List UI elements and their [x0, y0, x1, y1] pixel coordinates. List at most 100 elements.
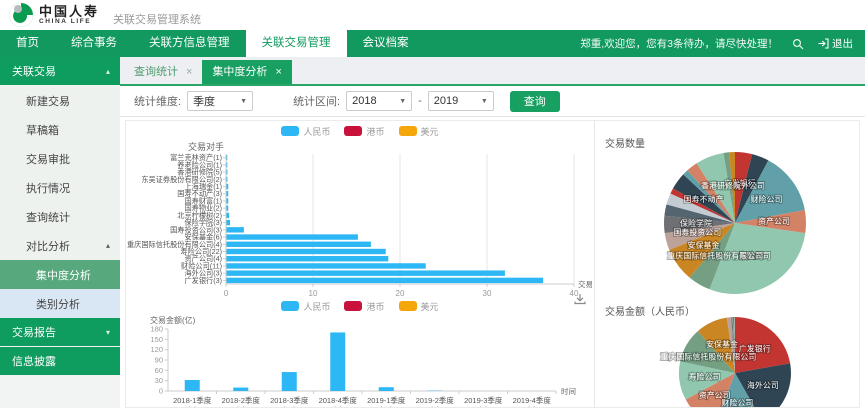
search-icon[interactable] — [792, 38, 804, 50]
download-icon[interactable] — [574, 293, 586, 305]
svg-text:150: 150 — [150, 335, 163, 344]
bar-4 — [379, 387, 394, 391]
sidebar-item-label: 类别分析 — [36, 296, 80, 312]
bar-3 — [227, 177, 228, 182]
bar-13 — [227, 249, 386, 254]
sidebar-item-3[interactable]: 交易审批 — [0, 144, 120, 173]
legend-item-0[interactable]: 人民币 — [281, 125, 330, 138]
svg-text:保险学院: 保险学院 — [680, 218, 712, 228]
legend-swatch — [399, 301, 417, 311]
legend-label: 港币 — [366, 300, 384, 313]
range-from-select[interactable]: 2018 ▼ — [346, 91, 412, 111]
tab-close-icon[interactable]: × — [186, 60, 192, 84]
nav-item-3[interactable]: 关联交易管理 — [246, 30, 347, 57]
legend-swatch — [399, 126, 417, 136]
tab-0[interactable]: 查询统计 × — [124, 60, 202, 84]
legend-swatch — [344, 126, 362, 136]
legend-item-2[interactable]: 美元 — [399, 125, 439, 138]
logout-button[interactable]: 退出 — [818, 36, 853, 51]
bar-0 — [185, 380, 200, 391]
svg-text:交易金额(亿): 交易金额(亿) — [578, 279, 592, 289]
bar-15 — [227, 263, 426, 268]
main-panel: 查询统计 × 集中度分析 × 统计维度: 季度 ▼ 统计区间: 2018 ▼ - 20… — [120, 57, 865, 408]
sidebar-item-7[interactable]: 集中度分析 — [0, 260, 120, 289]
pie-charts-column: 交易数量 广发银行海外公司财险公司资产公司寿险公司重庆国际信托股份有限公司安保基… — [595, 121, 859, 407]
svg-text:2018-1季度: 2018-1季度 — [173, 395, 212, 405]
svg-text:2018-2季度: 2018-2季度 — [222, 395, 261, 405]
chevron-down-icon: ▼ — [240, 98, 247, 105]
dimension-select[interactable]: 季度 ▼ — [187, 91, 253, 111]
nav-item-4[interactable]: 会议档案 — [347, 30, 425, 57]
sidebar-item-4[interactable]: 执行情况 — [0, 173, 120, 202]
bar-6 — [227, 198, 229, 203]
nav-item-0[interactable]: 首页 — [0, 30, 55, 57]
tab-strip: 查询统计 × 集中度分析 × — [120, 57, 865, 86]
svg-text:0: 0 — [159, 387, 163, 396]
legend-item-1[interactable]: 港币 — [344, 125, 384, 138]
bar-8 — [227, 213, 230, 218]
svg-text:2019-2季度: 2019-2季度 — [416, 395, 455, 405]
legend-swatch — [281, 301, 299, 311]
legend-item-2[interactable]: 美元 — [399, 300, 439, 313]
svg-text:资产公司: 资产公司 — [699, 390, 731, 400]
sidebar-item-2[interactable]: 草稿箱 — [0, 115, 120, 144]
caret-icon: ▴ — [106, 67, 110, 76]
range-dash: - — [418, 95, 422, 107]
counterparty-bar-chart: 010203040富兰克林资产(1)养老险公司(1)香港研修院(5)东吴证券股份… — [126, 152, 592, 298]
chevron-down-icon: ▼ — [481, 98, 488, 105]
sidebar-item-9[interactable]: 交易报告 ▾ — [0, 318, 120, 346]
bar-10 — [227, 227, 244, 232]
sidebar-item-10[interactable]: 信息披露 — [0, 347, 120, 375]
bar-4 — [227, 184, 229, 189]
legend-swatch — [281, 126, 299, 136]
tab-label: 查询统计 — [134, 60, 178, 84]
transaction-amount-pie-chart: 广发银行海外公司财险公司资产公司寿险公司重庆国际信托股份有限公司安保基金 — [595, 315, 857, 408]
nav-item-2[interactable]: 关联方信息管理 — [133, 30, 246, 57]
app-shell: 关联交易▴新建交易草稿箱交易审批执行情况查询统计对比分析▴集中度分析类别分析交易… — [0, 57, 865, 408]
legend-item-0[interactable]: 人民币 — [281, 300, 330, 313]
svg-text:安保基金: 安保基金 — [706, 339, 738, 349]
sidebar-item-1[interactable]: 新建交易 — [0, 86, 120, 115]
bar-0 — [227, 155, 228, 160]
search-button[interactable]: 查询 — [510, 91, 560, 112]
chevron-down-icon: ▼ — [399, 98, 406, 105]
svg-text:2019-1季度: 2019-1季度 — [367, 395, 406, 405]
range-label: 统计区间: — [293, 93, 340, 109]
svg-text:资产公司: 资产公司 — [758, 216, 790, 226]
tab-close-icon[interactable]: × — [275, 60, 281, 84]
sidebar-item-label: 信息披露 — [12, 353, 56, 369]
sidebar-item-label: 执行情况 — [26, 180, 70, 196]
svg-text:2019-4季度: 2019-4季度 — [513, 395, 552, 405]
svg-text:广发银行(3): 广发银行(3) — [184, 276, 222, 285]
bar-3 — [330, 332, 345, 391]
sidebar-item-5[interactable]: 查询统计 — [0, 202, 120, 231]
bar-2 — [282, 372, 297, 391]
sidebar-item-label: 交易报告 — [12, 324, 56, 340]
caret-icon: ▴ — [106, 241, 110, 250]
currency-legend-top: 人民币 港币 美元 — [126, 124, 594, 138]
dimension-label: 统计维度: — [134, 93, 181, 109]
svg-text:财险公司: 财险公司 — [750, 194, 782, 204]
svg-text:0: 0 — [224, 289, 229, 298]
transaction-count-pie-chart: 广发银行海外公司财险公司资产公司寿险公司重庆国际信托股份有限公司安保基金国寿投资… — [595, 147, 857, 297]
sidebar-item-0[interactable]: 关联交易▴ — [0, 57, 120, 85]
sidebar-item-8[interactable]: 类别分析 — [0, 289, 120, 318]
svg-text:180: 180 — [150, 325, 163, 334]
sidebar-item-label: 查询统计 — [26, 209, 70, 225]
svg-text:2018-3季度: 2018-3季度 — [270, 395, 309, 405]
sidebar-item-6[interactable]: 对比分析▴ — [0, 231, 120, 260]
nav-item-1[interactable]: 综合事务 — [55, 30, 133, 57]
tab-label: 集中度分析 — [212, 60, 267, 84]
china-life-logo-icon — [8, 2, 34, 28]
svg-text:寿险公司: 寿险公司 — [689, 371, 721, 381]
range-to-select[interactable]: 2019 ▼ — [428, 91, 494, 111]
top-nav-items: 首页综合事务关联方信息管理关联交易管理会议档案 — [0, 30, 425, 57]
svg-text:重庆国际信托股份有限公司: 重庆国际信托股份有限公司 — [660, 352, 756, 362]
svg-text:交易金额(亿): 交易金额(亿) — [150, 315, 196, 325]
legend-item-1[interactable]: 港币 — [344, 300, 384, 313]
hbar-chart-title: 交易对手 — [188, 140, 594, 152]
svg-text:海外公司: 海外公司 — [747, 380, 779, 390]
caret-icon: ▾ — [106, 328, 110, 337]
tab-1[interactable]: 集中度分析 × — [202, 60, 291, 84]
sidebar-item-label: 交易审批 — [26, 151, 70, 167]
